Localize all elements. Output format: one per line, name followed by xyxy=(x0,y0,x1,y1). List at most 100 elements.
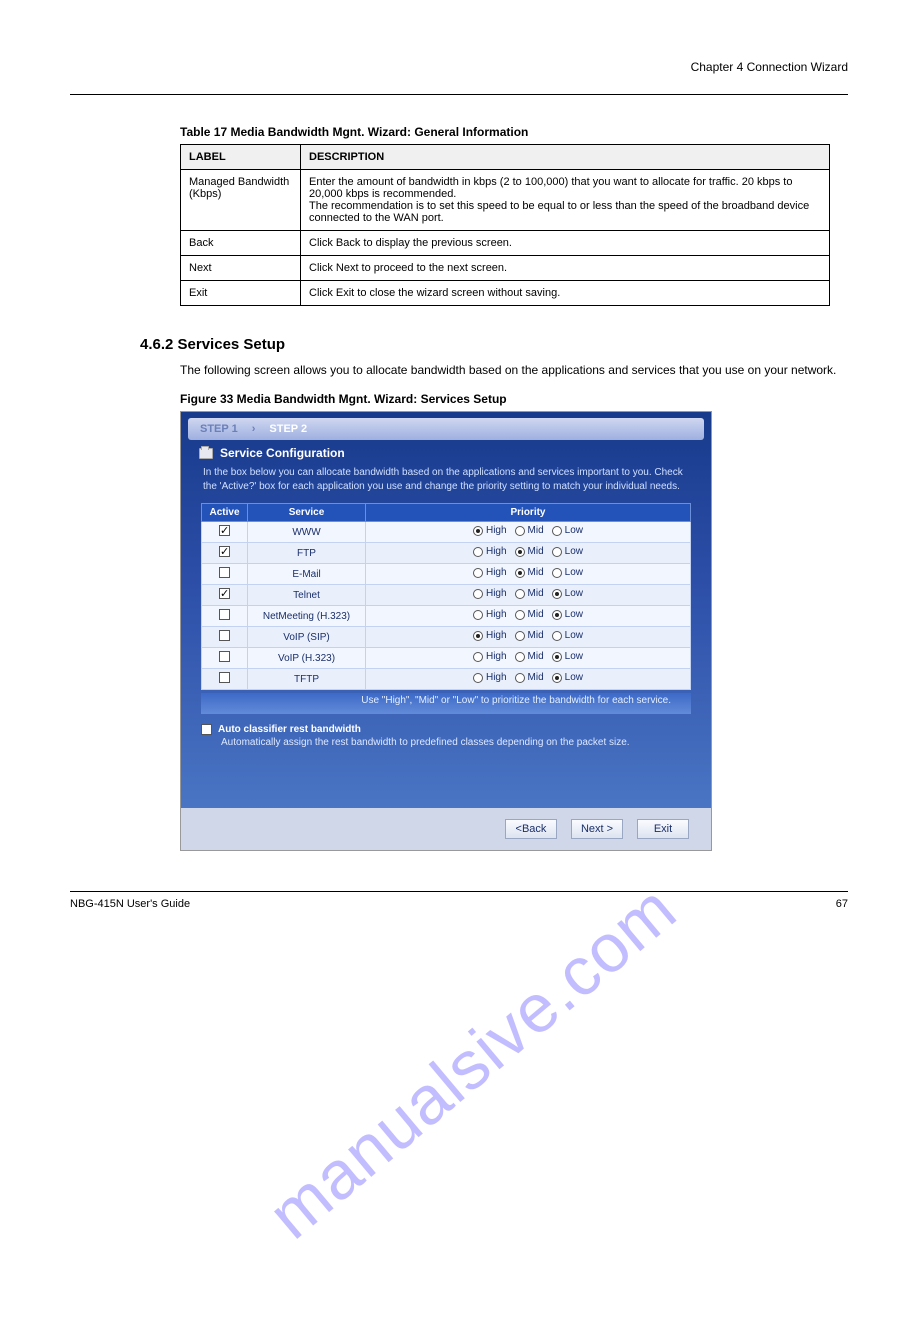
step-sep: › xyxy=(252,423,256,435)
section-desc: The following screen allows you to alloc… xyxy=(180,363,848,377)
priority-radio-mid[interactable] xyxy=(515,652,525,662)
priority-label-low: Low xyxy=(565,525,583,536)
col-priority: Priority xyxy=(366,504,691,522)
priority-radio-high[interactable] xyxy=(473,526,483,536)
priority-label-low: Low xyxy=(565,567,583,578)
service-name: VoIP (H.323) xyxy=(248,648,366,669)
priority-radio-low[interactable] xyxy=(552,526,562,536)
priority-radio-high[interactable] xyxy=(473,652,483,662)
page-footer: NBG-415N User's Guide 67 xyxy=(70,898,848,910)
priority-cell: High Mid Low xyxy=(366,564,691,585)
priority-label-mid: Mid xyxy=(528,546,544,557)
priority-label-low: Low xyxy=(565,546,583,557)
active-checkbox[interactable] xyxy=(219,630,230,641)
service-row: VoIP (H.323) High Mid Low xyxy=(202,648,691,669)
service-name: E-Mail xyxy=(248,564,366,585)
priority-label-mid: Mid xyxy=(528,609,544,620)
service-row: WWWHighMidLow xyxy=(202,522,691,543)
table-row-label: Managed Bandwidth (Kbps) xyxy=(181,170,301,231)
priority-label-low: Low xyxy=(565,651,583,662)
priority-radio-low[interactable] xyxy=(552,568,562,578)
active-checkbox[interactable] xyxy=(219,525,230,536)
priority-label-mid: Mid xyxy=(528,588,544,599)
section-heading: 4.6.2 Services Setup xyxy=(140,336,848,353)
exit-button[interactable]: Exit xyxy=(637,819,689,839)
table-row-label: Back xyxy=(181,231,301,256)
service-row: TFTPHighMidLow xyxy=(202,669,691,690)
priority-cell: High Mid Low xyxy=(366,627,691,648)
priority-label-low: Low xyxy=(565,630,583,641)
priority-radio-high[interactable] xyxy=(473,673,483,683)
auto-classifier-desc: Automatically assign the rest bandwidth … xyxy=(221,737,691,748)
priority-radio-high[interactable] xyxy=(473,631,483,641)
table-row-desc: Click Back to display the previous scree… xyxy=(301,231,830,256)
active-checkbox[interactable] xyxy=(219,609,230,620)
priority-radio-high[interactable] xyxy=(473,547,483,557)
priority-radio-low[interactable] xyxy=(552,589,562,599)
panel-title: Service Configuration xyxy=(220,446,345,460)
priority-label-low: Low xyxy=(565,609,583,620)
priority-label-high: High xyxy=(486,651,507,662)
active-checkbox[interactable] xyxy=(219,651,230,662)
wizard-screenshot: STEP 1 › STEP 2 Service Configuration In… xyxy=(180,411,712,851)
figure-caption: Figure 33 Media Bandwidth Mgnt. Wizard: … xyxy=(180,392,848,406)
priority-label-high: High xyxy=(486,630,507,641)
priority-radio-mid[interactable] xyxy=(515,568,525,578)
folder-icon xyxy=(199,448,213,459)
panel-header: Service Configuration xyxy=(199,446,699,460)
priority-radio-high[interactable] xyxy=(473,568,483,578)
priority-radio-mid[interactable] xyxy=(515,610,525,620)
auto-classifier-label: Auto classifier rest bandwidth xyxy=(218,724,361,735)
priority-label-mid: Mid xyxy=(528,630,544,641)
service-row: NetMeeting (H.323) High Mid Low xyxy=(202,606,691,627)
service-row: TelnetHighMidLow xyxy=(202,585,691,606)
next-button[interactable]: Next > xyxy=(571,819,623,839)
step-bar: STEP 1 › STEP 2 xyxy=(188,418,704,440)
service-row: VoIP (SIP)HighMidLow xyxy=(202,627,691,648)
step-2-label: STEP 2 xyxy=(269,423,307,435)
priority-label-mid: Mid xyxy=(528,525,544,536)
service-table: Active Service Priority WWWHighMidLowFTP… xyxy=(201,503,691,690)
active-checkbox[interactable] xyxy=(219,672,230,683)
service-row: E-Mail High Mid Low xyxy=(202,564,691,585)
priority-radio-mid[interactable] xyxy=(515,547,525,557)
priority-cell: High Mid Low xyxy=(366,648,691,669)
active-checkbox[interactable] xyxy=(219,588,230,599)
priority-label-high: High xyxy=(486,588,507,599)
priority-radio-mid[interactable] xyxy=(515,673,525,683)
priority-label-mid: Mid xyxy=(528,651,544,662)
priority-cell: HighMidLow xyxy=(366,585,691,606)
service-name: Telnet xyxy=(248,585,366,606)
priority-label-high: High xyxy=(486,546,507,557)
priority-radio-low[interactable] xyxy=(552,652,562,662)
service-row: FTP High Mid Low xyxy=(202,543,691,564)
priority-label-high: High xyxy=(486,609,507,620)
active-checkbox[interactable] xyxy=(219,546,230,557)
table-row-desc: Click Exit to close the wizard screen wi… xyxy=(301,281,830,306)
priority-radio-mid[interactable] xyxy=(515,631,525,641)
priority-label-high: High xyxy=(486,525,507,536)
col-service: Service xyxy=(248,504,366,522)
priority-radio-mid[interactable] xyxy=(515,589,525,599)
col-active: Active xyxy=(202,504,248,522)
priority-radio-low[interactable] xyxy=(552,547,562,557)
priority-radio-high[interactable] xyxy=(473,610,483,620)
table-row-desc: Enter the amount of bandwidth in kbps (2… xyxy=(301,170,830,231)
table-row-label: Exit xyxy=(181,281,301,306)
priority-radio-low[interactable] xyxy=(552,610,562,620)
priority-radio-mid[interactable] xyxy=(515,526,525,536)
priority-cell: High Mid Low xyxy=(366,543,691,564)
auto-classifier-row: Auto classifier rest bandwidth Automatic… xyxy=(201,724,691,748)
footer-page: 67 xyxy=(836,898,848,910)
service-name: FTP xyxy=(248,543,366,564)
priority-radio-high[interactable] xyxy=(473,589,483,599)
priority-radio-low[interactable] xyxy=(552,673,562,683)
table-row-desc: Click Next to proceed to the next screen… xyxy=(301,256,830,281)
priority-radio-low[interactable] xyxy=(552,631,562,641)
back-button[interactable]: <Back xyxy=(505,819,557,839)
active-checkbox[interactable] xyxy=(219,567,230,578)
service-name: NetMeeting (H.323) xyxy=(248,606,366,627)
priority-label-mid: Mid xyxy=(528,567,544,578)
auto-classifier-checkbox[interactable] xyxy=(201,724,212,735)
priority-label-high: High xyxy=(486,567,507,578)
